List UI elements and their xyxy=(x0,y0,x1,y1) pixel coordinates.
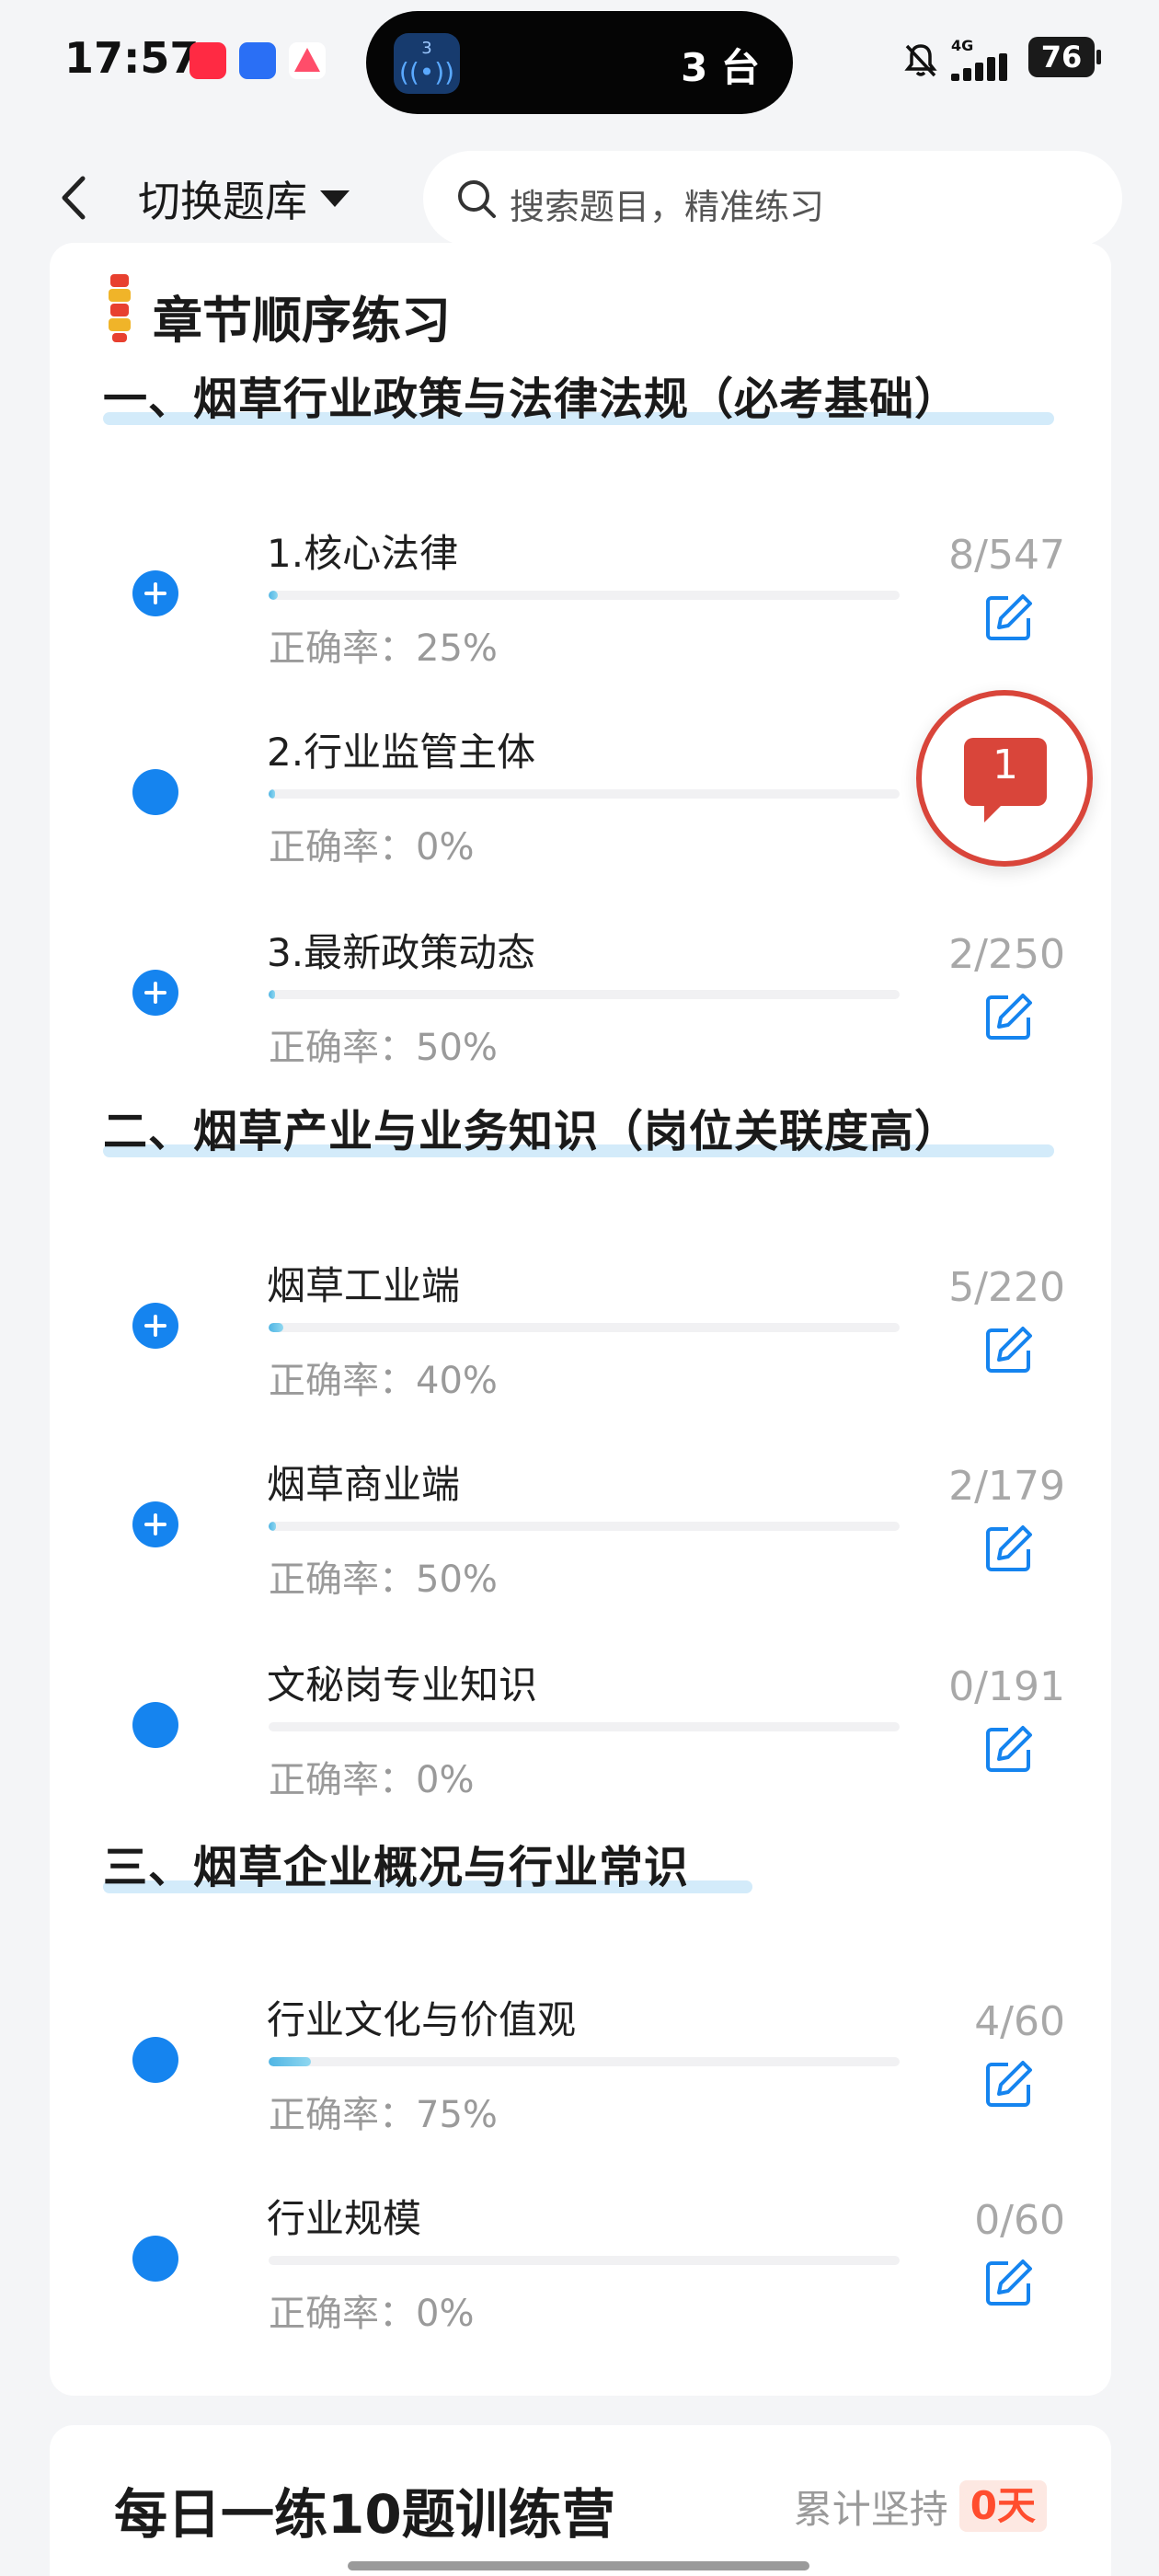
chapter-name: 烟草工业端 xyxy=(267,1263,461,1308)
network-type: 4G xyxy=(951,37,974,54)
progress-count: 4/60 xyxy=(974,1998,1065,2045)
edit-icon[interactable] xyxy=(982,2256,1036,2309)
edit-icon[interactable] xyxy=(982,591,1036,644)
search-placeholder: 搜索题目，精准练习 xyxy=(510,187,825,227)
edit-icon[interactable] xyxy=(982,2057,1036,2110)
chapter-row[interactable]: 3.最新政策动态 正确率：50% 2/250 xyxy=(50,903,1111,1087)
app-notification-icon-2 xyxy=(289,42,326,79)
back-icon[interactable] xyxy=(46,166,101,230)
progress-bar xyxy=(269,1323,900,1332)
chapter-name: 3.最新政策动态 xyxy=(267,930,536,975)
chapter-bullet-icon xyxy=(132,2236,178,2282)
feedback-count: 1 xyxy=(993,742,1018,788)
chapter-row[interactable]: 文秘岗专业知识 正确率：0% 0/191 xyxy=(50,1636,1111,1820)
firecracker-icon xyxy=(109,274,131,342)
progress-bar xyxy=(269,1522,900,1531)
chapter-name: 行业文化与价值观 xyxy=(267,1997,577,2042)
feedback-button[interactable]: 1 xyxy=(916,690,1093,867)
edit-icon[interactable] xyxy=(982,1722,1036,1776)
search-icon xyxy=(458,180,496,218)
edit-icon[interactable] xyxy=(982,1522,1036,1575)
chapter-row[interactable]: 烟草商业端 正确率：50% 2/179 xyxy=(50,1435,1111,1619)
accuracy-text: 正确率：50% xyxy=(269,1558,498,1601)
chapter-row[interactable]: 行业规模 正确率：0% 0/60 xyxy=(50,2169,1111,2353)
accuracy-text: 正确率：0% xyxy=(269,2293,475,2335)
live-activity-text: 3 台 xyxy=(681,45,760,90)
streak-info: 累计坚持 0天 xyxy=(794,2480,1047,2532)
chapter-row[interactable]: 行业文化与价值观 正确率：75% 4/60 xyxy=(50,1971,1111,2155)
app-notification-icon xyxy=(239,42,276,79)
chapter-name: 文秘岗专业知识 xyxy=(267,1662,538,1708)
home-indicator[interactable] xyxy=(348,2561,809,2570)
progress-count: 0/60 xyxy=(974,2197,1065,2244)
progress-count: 2/250 xyxy=(948,931,1065,978)
accuracy-text: 正确率：40% xyxy=(269,1360,498,1402)
progress-bar xyxy=(269,2256,900,2265)
camp-title: 每日一练10题训练营 xyxy=(114,2483,615,2546)
progress-count: 5/220 xyxy=(948,1264,1065,1311)
dynamic-island[interactable]: 3 ((•)) 3 台 xyxy=(366,11,793,114)
chapter-bullet-icon xyxy=(132,1702,178,1748)
broadcast-icon: 3 ((•)) xyxy=(394,33,460,94)
switch-bank-label: 切换题库 xyxy=(138,177,307,226)
accuracy-text: 正确率：25% xyxy=(269,627,498,670)
progress-bar xyxy=(269,789,900,799)
expand-icon[interactable] xyxy=(132,570,178,616)
expand-icon[interactable] xyxy=(132,1501,178,1547)
chapter-name: 1.核心法律 xyxy=(267,531,459,576)
accuracy-text: 正确率：75% xyxy=(269,2094,498,2136)
chapter-name: 行业规模 xyxy=(267,2196,422,2241)
streak-label: 累计坚持 xyxy=(793,2486,948,2532)
status-time: 17:57 xyxy=(64,33,200,83)
card-title: 章节顺序练习 xyxy=(153,292,451,350)
accuracy-text: 正确率：50% xyxy=(269,1027,498,1069)
progress-bar xyxy=(269,1722,900,1731)
streak-badge: 0天 xyxy=(958,2480,1047,2532)
xiaohongshu-app-icon xyxy=(189,42,226,79)
edit-icon[interactable] xyxy=(982,1323,1036,1376)
chapter-row[interactable]: 烟草工业端 正确率：40% 5/220 xyxy=(50,1236,1111,1420)
progress-count: 8/547 xyxy=(948,532,1065,579)
chapter-bullet-icon xyxy=(132,769,178,815)
edit-icon[interactable] xyxy=(982,990,1036,1043)
switch-question-bank-button[interactable]: 切换题库 xyxy=(138,171,350,226)
section-title: 三、烟草企业概况与行业常识 xyxy=(103,1831,752,1904)
daily-camp-card[interactable]: 每日一练10题训练营 累计坚持 0天 xyxy=(50,2425,1111,2576)
search-input[interactable]: 搜索题目，精准练习 xyxy=(423,151,1122,247)
section-title: 二、烟草产业与业务知识（岗位关联度高） xyxy=(103,1095,1054,1168)
bell-muted-icon xyxy=(904,44,937,77)
chapter-name: 烟草商业端 xyxy=(267,1462,461,1507)
signal-icon xyxy=(951,53,1008,81)
accuracy-text: 正确率：0% xyxy=(269,826,475,868)
chapter-row[interactable]: 1.核心法律 正确率：25% 8/547 xyxy=(50,504,1111,688)
chapter-practice-card: 章节顺序练习 一、烟草行业政策与法律法规（必考基础） 1.核心法律 正确率：25… xyxy=(50,243,1111,2396)
status-bar: 17:57 3 ((•)) 3 台 4G 76 xyxy=(0,0,1159,129)
battery-icon: 76 xyxy=(1028,37,1101,77)
status-indicators: 4G 76 xyxy=(901,37,1104,83)
expand-icon[interactable] xyxy=(132,1303,178,1349)
accuracy-text: 正确率：0% xyxy=(269,1759,475,1801)
progress-count: 0/191 xyxy=(948,1663,1065,1710)
progress-count: 2/179 xyxy=(948,1463,1065,1510)
chapter-bullet-icon xyxy=(132,2037,178,2083)
expand-icon[interactable] xyxy=(132,970,178,1016)
caret-down-icon xyxy=(320,190,350,207)
section-title: 一、烟草行业政策与法律法规（必考基础） xyxy=(103,362,1054,436)
progress-bar xyxy=(269,2057,900,2066)
chapter-name: 2.行业监管主体 xyxy=(267,730,536,775)
progress-bar xyxy=(269,591,900,600)
progress-bar xyxy=(269,990,900,999)
